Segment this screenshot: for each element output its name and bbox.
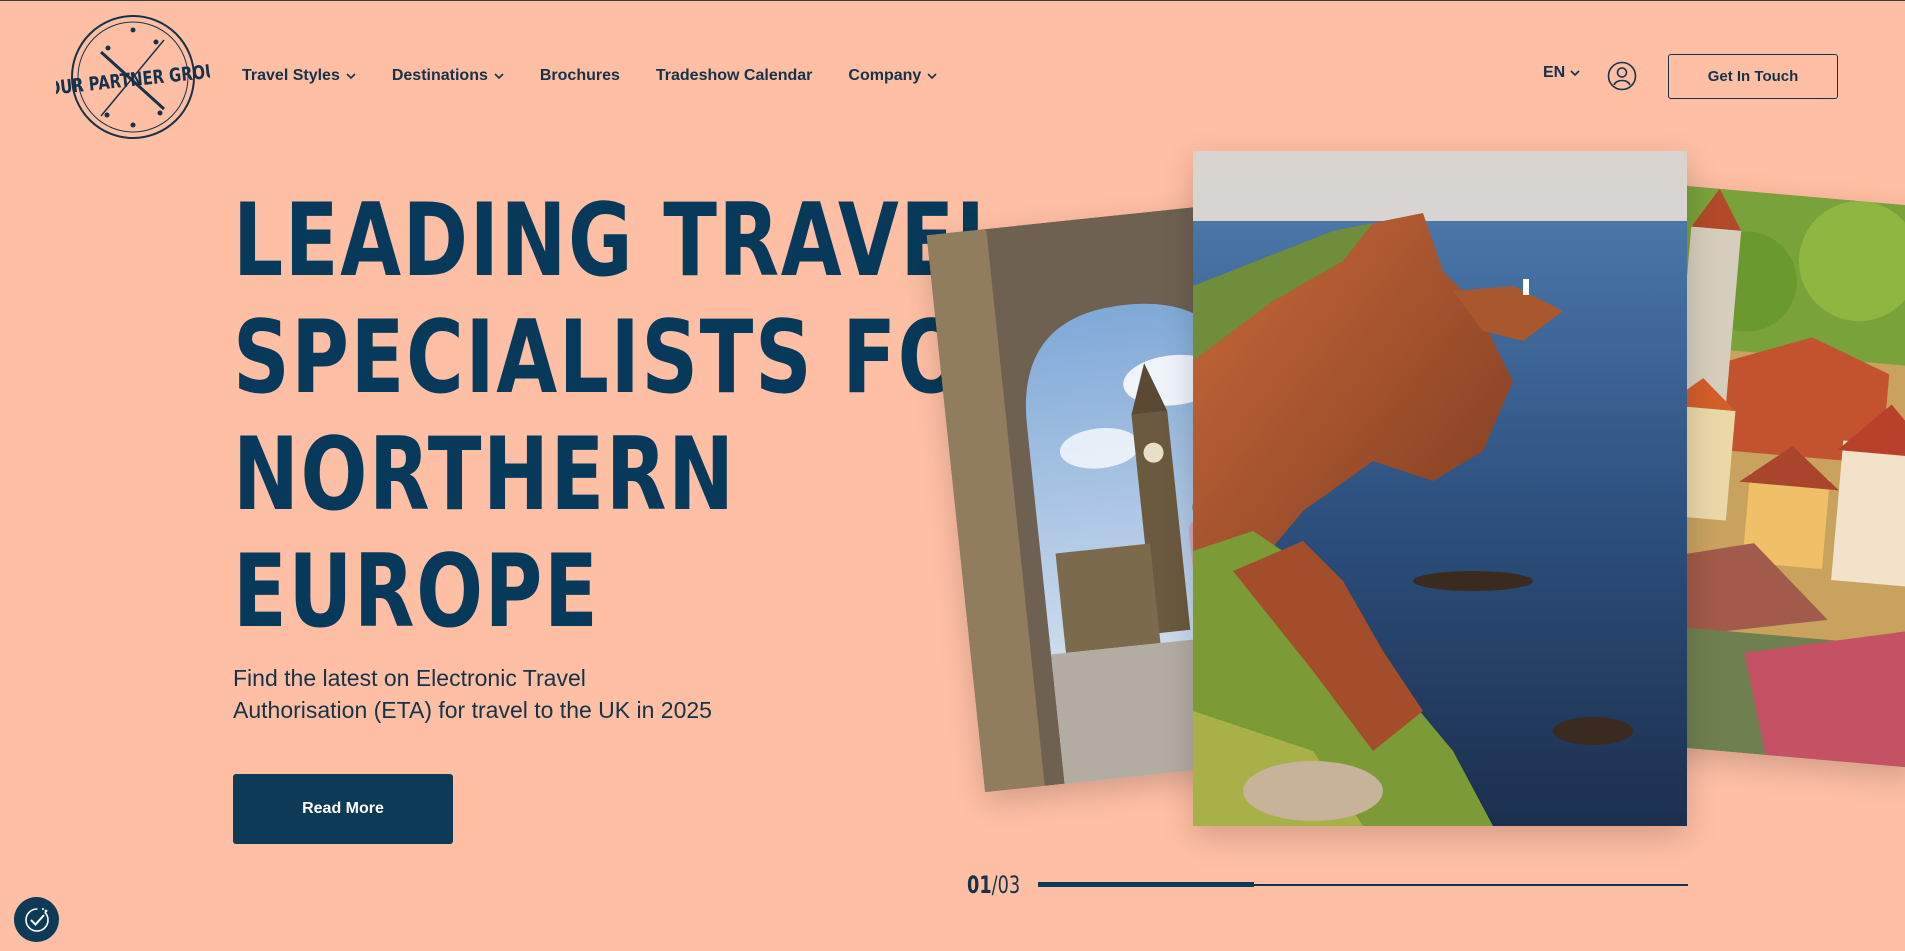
- user-account-icon[interactable]: [1607, 61, 1637, 91]
- main-nav: Travel Styles Destinations Brochures Tra…: [242, 64, 937, 88]
- cookie-consent-icon[interactable]: [14, 897, 59, 942]
- subtitle-line-1: Find the latest on Electronic Travel: [233, 665, 586, 691]
- nav-label: Company: [848, 67, 922, 84]
- slide-total: 03: [997, 871, 1021, 899]
- nav-travel-styles[interactable]: Travel Styles: [242, 67, 356, 85]
- headline-line: LEADING TRAVEL: [233, 181, 1008, 299]
- headline-line: EUROPE: [233, 532, 600, 650]
- subtitle-line-2: Authorisation (ETA) for travel to the UK…: [233, 697, 712, 723]
- get-in-touch-button[interactable]: Get In Touch: [1668, 54, 1838, 99]
- slider-progress-track[interactable]: [1038, 882, 1688, 887]
- slide-current: 01: [967, 871, 992, 899]
- nav-label: Brochures: [539, 67, 620, 84]
- top-border: [0, 0, 1905, 1]
- slider-progress-fill: [1038, 882, 1255, 887]
- headline-line: NORTHERN: [233, 415, 736, 533]
- tour-partner-group-logo[interactable]: TOUR PARTNER GROUP: [56, 12, 210, 142]
- hero-subtitle: Find the latest on Electronic Travel Aut…: [233, 662, 773, 726]
- nav-company[interactable]: Company: [848, 67, 937, 85]
- nav-destinations[interactable]: Destinations: [392, 67, 504, 85]
- nav-label: Tradeshow Calendar: [655, 67, 813, 84]
- nav-label: Destinations: [391, 67, 488, 84]
- language-label: EN: [1543, 64, 1566, 81]
- chevron-down-icon: [494, 71, 504, 81]
- hero-headline: LEADING TRAVEL SPECIALISTS FOR NORTHERN …: [233, 181, 1029, 650]
- slide-counter: 01/03: [967, 871, 1020, 899]
- chevron-down-icon: [346, 71, 356, 81]
- headline-line: SPECIALISTS FOR: [233, 298, 1029, 416]
- chevron-down-icon: [1570, 68, 1580, 78]
- language-selector[interactable]: EN: [1543, 64, 1580, 82]
- read-more-button[interactable]: Read More: [233, 774, 453, 844]
- coastal-cliffs-lighthouse-image[interactable]: [1193, 151, 1687, 826]
- nav-tradeshow-calendar[interactable]: Tradeshow Calendar: [656, 67, 813, 85]
- nav-label: Travel Styles: [242, 67, 340, 84]
- nav-brochures[interactable]: Brochures: [540, 67, 620, 85]
- chevron-down-icon: [927, 71, 937, 81]
